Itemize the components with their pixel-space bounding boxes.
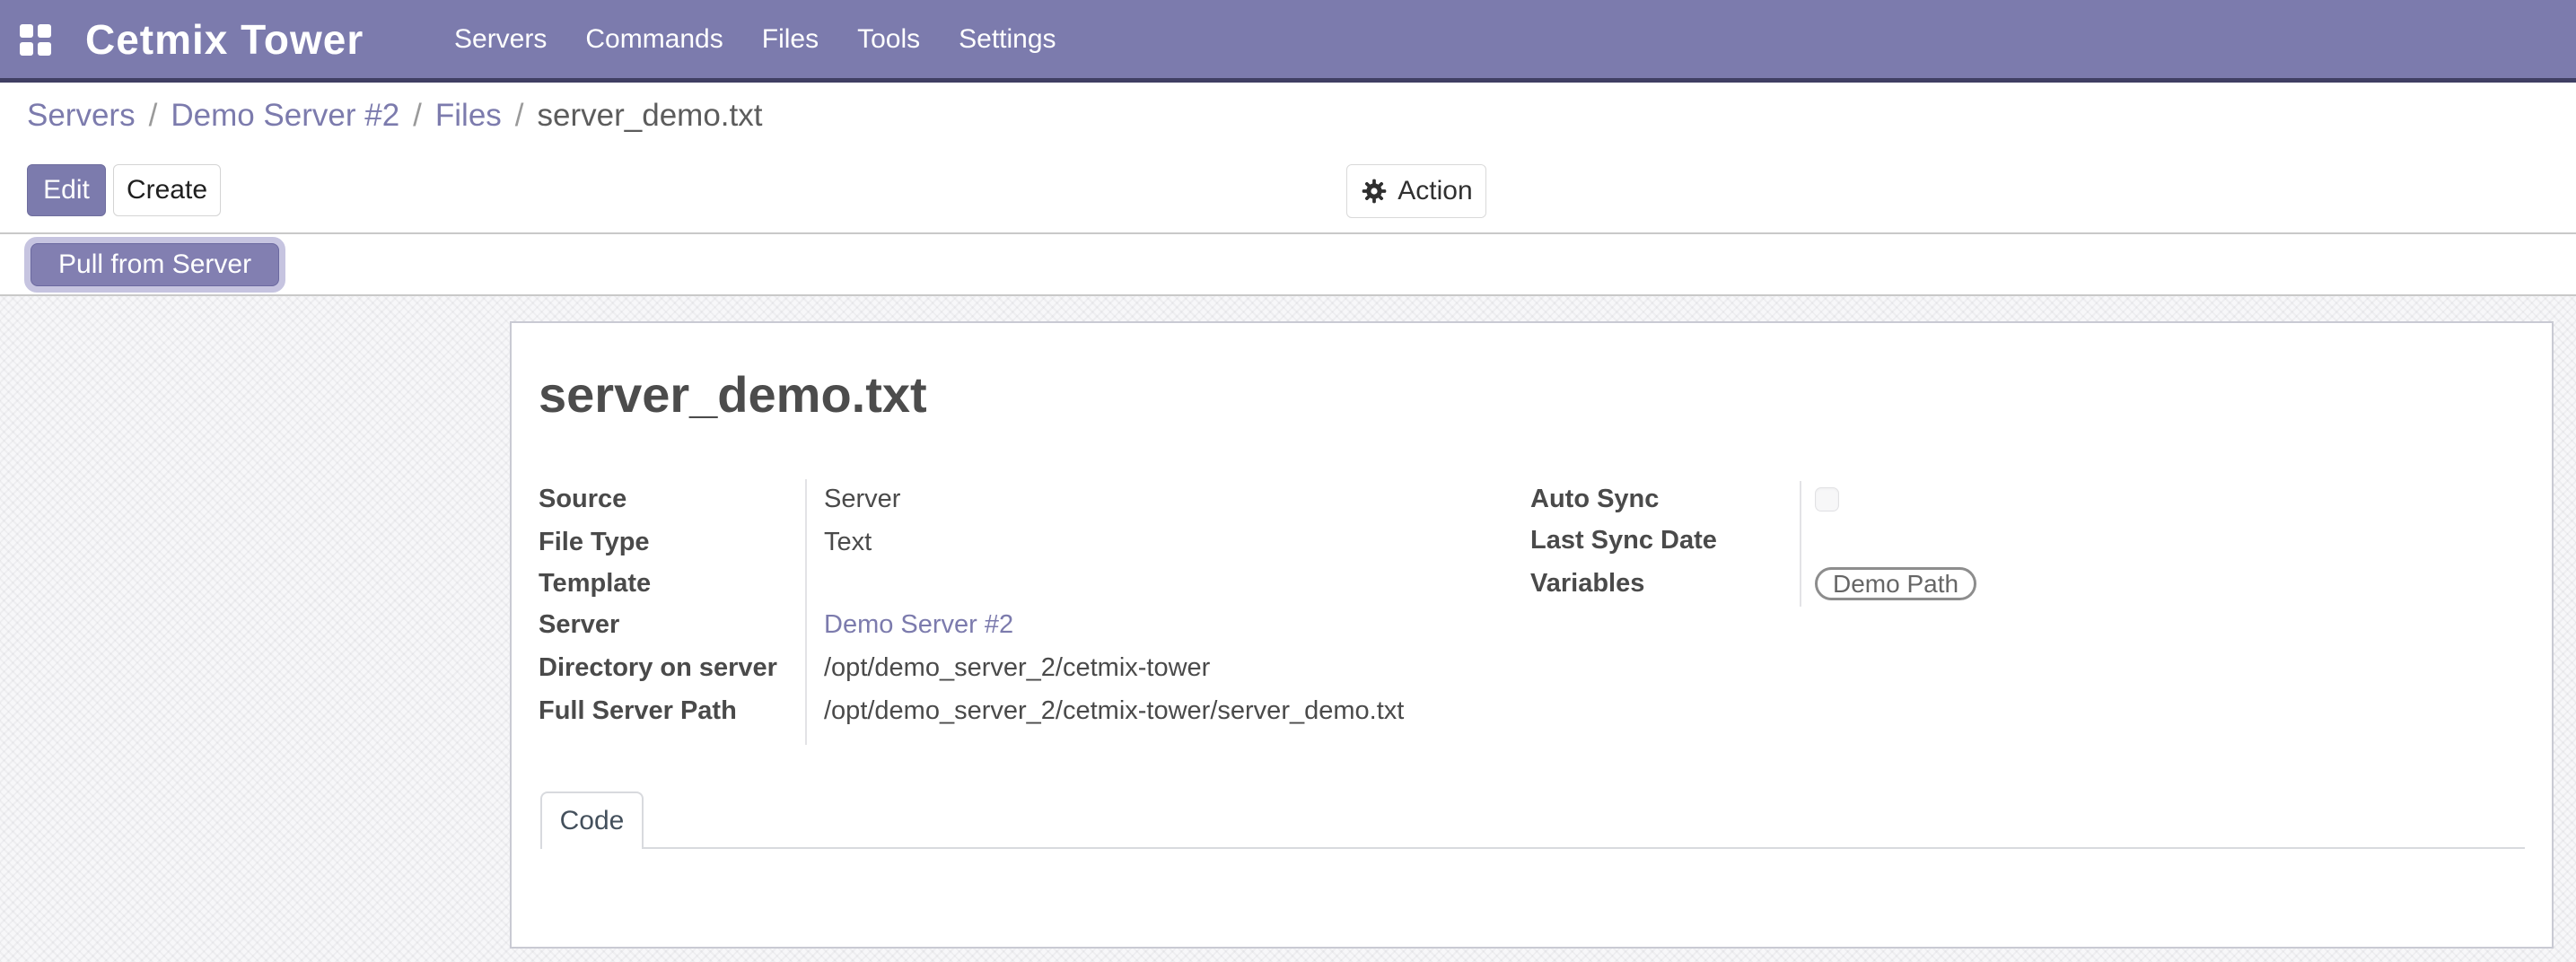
menu-item-settings[interactable]: Settings <box>959 24 1056 55</box>
menu-item-tools[interactable]: Tools <box>857 24 920 55</box>
field-label-auto-sync: Auto Sync <box>1530 485 1815 514</box>
field-value-directory: /opt/demo_server_2/cetmix-tower <box>824 653 1210 683</box>
field-row-source: Source Server <box>539 477 1481 520</box>
field-row-directory: Directory on server /opt/demo_server_2/c… <box>539 646 1481 689</box>
breadcrumb-link-servers[interactable]: Servers <box>27 98 136 134</box>
tab-code[interactable]: Code <box>540 791 644 849</box>
breadcrumb-separator: / <box>149 98 158 134</box>
record-title: server_demo.txt <box>539 366 927 424</box>
breadcrumb-current: server_demo.txt <box>538 98 763 134</box>
field-value-file-type: Text <box>824 528 872 557</box>
apps-menu-button[interactable] <box>20 24 59 58</box>
menu-item-servers[interactable]: Servers <box>454 24 547 55</box>
field-group-left: Source Server File Type Text Template Se… <box>539 477 1481 732</box>
variable-tag[interactable]: Demo Path <box>1815 567 1976 600</box>
edit-button[interactable]: Edit <box>27 164 106 216</box>
statusbar: Pull from Server <box>0 234 2576 296</box>
field-row-auto-sync: Auto Sync <box>1530 477 2518 520</box>
gear-icon <box>1360 177 1389 206</box>
field-label-template: Template <box>539 569 824 599</box>
breadcrumb-separator: / <box>413 98 422 134</box>
apps-grid-icon <box>20 24 33 38</box>
field-label-server: Server <box>539 610 824 640</box>
action-button-label: Action <box>1398 176 1472 206</box>
top-navbar: Cetmix Tower Servers Commands Files Tool… <box>0 0 2576 83</box>
breadcrumb-link-demo-server[interactable]: Demo Server #2 <box>171 98 399 134</box>
field-row-template: Template <box>539 564 1481 603</box>
menu-item-files[interactable]: Files <box>762 24 819 55</box>
field-label-directory: Directory on server <box>539 653 824 683</box>
field-label-last-sync: Last Sync Date <box>1530 526 1815 555</box>
field-label-full-path: Full Server Path <box>539 696 824 726</box>
column-separator <box>805 479 807 745</box>
field-row-server: Server Demo Server #2 <box>539 603 1481 646</box>
main-menu: Servers Commands Files Tools Settings <box>454 0 1056 78</box>
brand-title[interactable]: Cetmix Tower <box>85 13 364 66</box>
column-separator <box>1800 481 1801 607</box>
field-row-last-sync: Last Sync Date <box>1530 520 2518 560</box>
breadcrumb: Servers / Demo Server #2 / Files / serve… <box>0 83 2576 149</box>
pull-from-server-label: Pull from Server <box>31 243 279 286</box>
field-row-variables: Variables Demo Path <box>1530 560 2518 607</box>
field-value-full-path: /opt/demo_server_2/cetmix-tower/server_d… <box>824 696 1404 726</box>
server-link[interactable]: Demo Server #2 <box>824 610 1013 639</box>
app-window: Cetmix Tower Servers Commands Files Tool… <box>0 0 2576 962</box>
apps-grid-icon <box>20 42 33 56</box>
field-row-file-type: File Type Text <box>539 520 1481 564</box>
apps-grid-icon <box>38 42 51 56</box>
form-sheet: server_demo.txt Source Server File Type … <box>510 321 2554 949</box>
field-row-full-path: Full Server Path /opt/demo_server_2/cetm… <box>539 689 1481 732</box>
menu-item-commands[interactable]: Commands <box>585 24 723 55</box>
field-label-file-type: File Type <box>539 528 824 557</box>
field-label-variables: Variables <box>1530 569 1815 599</box>
field-group-right: Auto Sync Last Sync Date Variables Demo … <box>1530 477 2518 607</box>
notebook-divider <box>644 847 2525 849</box>
form-view-background: server_demo.txt Source Server File Type … <box>0 296 2576 962</box>
control-panel-buttons: Edit Create Action <box>0 149 2576 234</box>
breadcrumb-link-files[interactable]: Files <box>435 98 502 134</box>
auto-sync-checkbox[interactable] <box>1815 487 1839 512</box>
field-value-source: Server <box>824 485 900 514</box>
apps-grid-icon <box>38 24 51 38</box>
breadcrumb-separator: / <box>515 98 524 134</box>
action-button[interactable]: Action <box>1346 164 1486 218</box>
create-button[interactable]: Create <box>113 164 221 216</box>
pull-from-server-button[interactable]: Pull from Server <box>24 237 285 293</box>
field-label-source: Source <box>539 485 824 514</box>
